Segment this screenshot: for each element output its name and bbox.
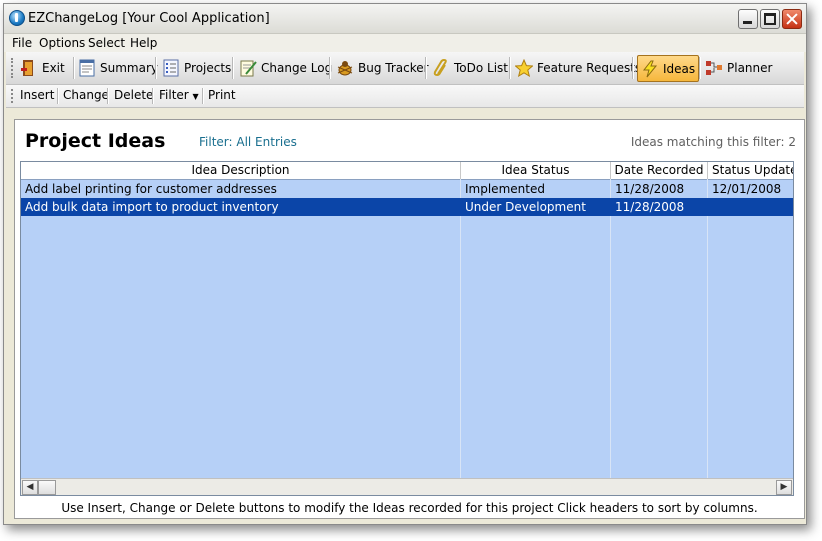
- column-header-status-update[interactable]: Status Update: [708, 162, 793, 179]
- toolbar-separator: [632, 57, 634, 79]
- exit-label: Exit: [42, 60, 65, 75]
- change-log-label: Change Log: [261, 60, 333, 75]
- toolbar-separator: [73, 57, 75, 79]
- toolbar-separator: [202, 88, 204, 104]
- bug-tracker-button[interactable]: Bug Tracker: [336, 55, 429, 80]
- lightning-icon: [641, 60, 659, 78]
- planner-button[interactable]: Planner: [705, 55, 772, 80]
- window-title: EZChangeLog [Your Cool Application]: [28, 11, 270, 26]
- minimize-button[interactable]: [738, 9, 758, 29]
- toolbar-separator: [155, 57, 157, 79]
- exit-door-icon: [20, 59, 38, 77]
- insert-button[interactable]: Insert: [20, 88, 54, 102]
- filter-status-link[interactable]: Filter: All Entries: [199, 135, 297, 149]
- ideas-label: Ideas: [663, 61, 696, 76]
- app-window: EZChangeLog [Your Cool Application] File…: [3, 3, 807, 525]
- maximize-button[interactable]: [760, 9, 780, 29]
- table-row[interactable]: Add label printing for customer addresse…: [21, 180, 793, 198]
- toolbar-grip[interactable]: [11, 58, 15, 78]
- column-header-status[interactable]: Idea Status: [461, 162, 611, 179]
- filter-label: Filter: [159, 88, 189, 102]
- toolbar-separator: [425, 57, 427, 79]
- close-button[interactable]: [782, 9, 802, 29]
- cell-status-update: [708, 198, 793, 216]
- star-icon: [514, 58, 534, 77]
- toolbar-separator: [107, 88, 109, 104]
- menu-file[interactable]: File: [12, 36, 32, 50]
- paperclip-icon: [432, 58, 450, 77]
- filter-dropdown[interactable]: Filter ▼: [159, 88, 199, 102]
- scroll-thumb[interactable]: [38, 480, 56, 495]
- table-header: Idea Description Idea Status Date Record…: [21, 162, 793, 180]
- column-header-description[interactable]: Idea Description: [21, 162, 461, 179]
- todo-list-button[interactable]: ToDo List: [432, 55, 508, 80]
- column-divider: [610, 179, 611, 479]
- cell-description: Add label printing for customer addresse…: [25, 182, 277, 196]
- toolbar-separator: [509, 57, 511, 79]
- scroll-left-arrow-icon[interactable]: ◀: [22, 480, 38, 495]
- column-header-date-recorded[interactable]: Date Recorded: [611, 162, 708, 179]
- toolbar-separator: [699, 57, 701, 79]
- ideas-button[interactable]: Ideas: [637, 55, 700, 82]
- page-title: Project Ideas: [25, 130, 166, 152]
- print-button[interactable]: Print: [208, 88, 236, 102]
- feature-requests-button[interactable]: Feature Requests: [514, 55, 642, 80]
- toolbar-separator: [232, 57, 234, 79]
- ideas-panel: Project Ideas Filter: All Entries Ideas …: [14, 119, 805, 519]
- app-logo-icon: [9, 10, 25, 26]
- cell-status-update: 12/01/2008: [712, 182, 782, 196]
- change-log-button[interactable]: Change Log: [239, 55, 332, 80]
- change-button[interactable]: Change: [63, 88, 109, 102]
- projects-button[interactable]: Projects: [162, 55, 231, 80]
- status-hint: Use Insert, Change or Delete buttons to …: [61, 501, 758, 515]
- toolbar-separator: [329, 57, 331, 79]
- bug-icon: [336, 59, 354, 77]
- cell-date-recorded: 11/28/2008: [615, 182, 685, 196]
- horizontal-scrollbar[interactable]: ◀ ▶: [21, 478, 793, 495]
- projects-list-icon: [162, 59, 180, 77]
- bug-tracker-label: Bug Tracker: [358, 60, 429, 75]
- scroll-right-arrow-icon[interactable]: ▶: [776, 480, 792, 495]
- toolbar-separator: [57, 88, 59, 104]
- menu-bar: File Options Select Help: [4, 34, 806, 52]
- cell-status: Under Development: [465, 200, 586, 214]
- change-log-notepad-icon: [239, 59, 257, 77]
- menu-help[interactable]: Help: [130, 36, 157, 50]
- match-count: Ideas matching this filter: 2: [630, 135, 796, 149]
- dropdown-arrow-icon: ▼: [192, 92, 199, 101]
- menu-options[interactable]: Options: [39, 36, 85, 50]
- ideas-table[interactable]: Idea Description Idea Status Date Record…: [20, 161, 794, 496]
- summary-label: Summary: [100, 60, 158, 75]
- cell-description: Add bulk data import to product inventor…: [25, 200, 279, 214]
- exit-button[interactable]: Exit: [20, 55, 65, 80]
- cell-status: Implemented: [465, 182, 545, 196]
- table-row-selected[interactable]: Add bulk data import to product inventor…: [21, 198, 793, 216]
- feature-requests-label: Feature Requests: [537, 60, 642, 75]
- column-divider: [707, 179, 708, 479]
- projects-label: Projects: [184, 60, 232, 75]
- action-toolbar: Insert Change Delete Filter ▼ Print: [6, 85, 804, 108]
- planner-flow-icon: [705, 59, 723, 77]
- summary-document-icon: [78, 59, 96, 77]
- delete-button[interactable]: Delete: [114, 88, 153, 102]
- column-divider: [460, 179, 461, 479]
- summary-button[interactable]: Summary: [78, 55, 158, 80]
- title-bar[interactable]: EZChangeLog [Your Cool Application]: [4, 4, 806, 34]
- main-toolbar: Exit Summary Projects Change Log Bug Tra…: [6, 52, 804, 85]
- cell-date-recorded: 11/28/2008: [615, 200, 685, 214]
- action-toolbar-grip[interactable]: [11, 89, 15, 103]
- menu-select[interactable]: Select: [88, 36, 125, 50]
- todo-list-label: ToDo List: [454, 60, 509, 75]
- planner-label: Planner: [727, 60, 773, 75]
- toolbar-separator: [152, 88, 154, 104]
